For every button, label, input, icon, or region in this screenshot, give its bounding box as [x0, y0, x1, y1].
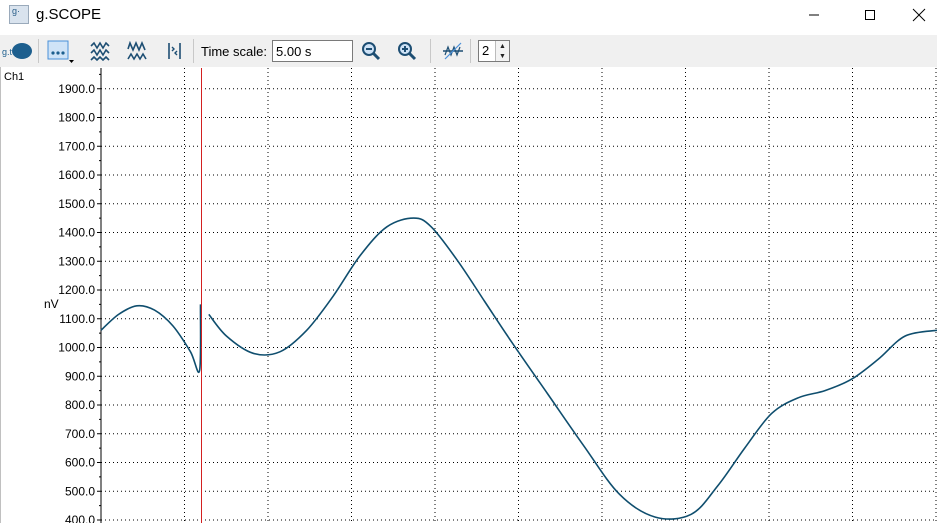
- y-tick-label: 900.0: [65, 369, 95, 383]
- y-tick-label: 400.0: [65, 513, 95, 523]
- y-tick-label: 1600.0: [58, 168, 95, 182]
- y-tick-label: 700.0: [65, 427, 95, 441]
- trace-segment: [100, 304, 202, 374]
- y-axis: 1900.0 1800.0 1700.0 1600.0 1500.0 1400.0 1300…: [58, 68, 102, 523]
- trace-segment: [208, 217, 937, 520]
- y-tick-label: 1000.0: [58, 341, 95, 355]
- y-tick-label: 1400.0: [58, 226, 95, 240]
- y-tick-label: 1800.0: [58, 111, 95, 125]
- y-tick-label: 500.0: [65, 484, 95, 498]
- y-tick-label: 1300.0: [58, 254, 95, 268]
- y-tick-label: 600.0: [65, 456, 95, 470]
- y-tick-label: 1900.0: [58, 82, 95, 96]
- y-tick-label: 1700.0: [58, 139, 95, 153]
- y-tick-label: 1100.0: [59, 312, 95, 326]
- grid: [101, 68, 937, 523]
- scope-plot[interactable]: 1900.0 1800.0 1700.0 1600.0 1500.0 1400.0 1300…: [0, 0, 937, 523]
- y-tick-label: 1500.0: [58, 197, 95, 211]
- y-tick-label: 1200.0: [58, 283, 95, 297]
- y-tick-label: 800.0: [65, 398, 95, 412]
